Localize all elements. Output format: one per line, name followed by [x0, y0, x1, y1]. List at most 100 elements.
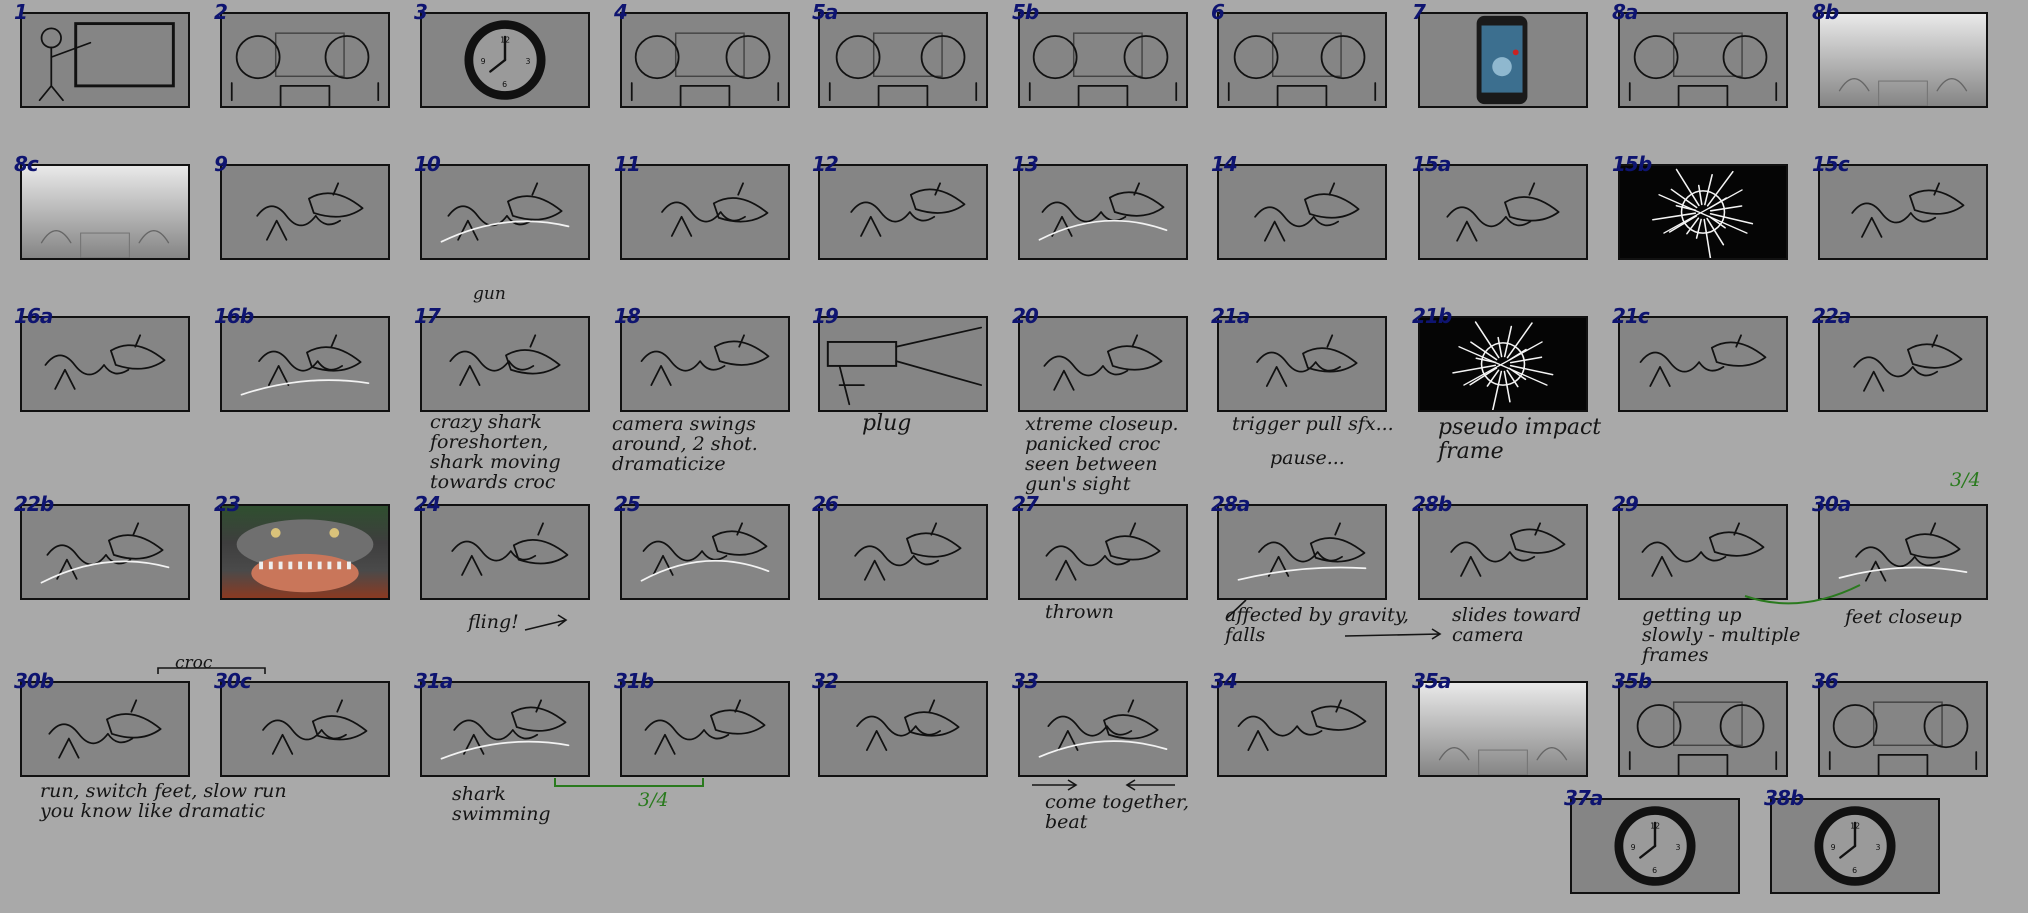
- storyboard-panel-15b: [1618, 164, 1788, 260]
- panel-sketch-1: [38, 22, 175, 102]
- storyboard-panel-14: [1217, 164, 1387, 260]
- storyboard-panel-19: [818, 316, 988, 412]
- storyboard-panel-18: [620, 316, 790, 412]
- storyboard-panel-35b: [1618, 681, 1788, 777]
- panel-number-8a: 8a: [1612, 0, 1638, 24]
- storyboard-panel-7: [1418, 12, 1588, 108]
- panel-number-15c: 15c: [1812, 152, 1850, 176]
- storyboard-panel-17: [420, 316, 590, 412]
- panel-number-5b: 5b: [1012, 0, 1039, 24]
- note-30b: run, switch feet, slow run you know like…: [40, 780, 287, 822]
- storyboard-panel-22b: [20, 504, 190, 600]
- panel-number-10: 10: [414, 152, 441, 176]
- storyboard-panel-8a: [1618, 12, 1788, 108]
- panel-sketch-26: [854, 522, 962, 581]
- note-21a: trigger pull sfx...: [1232, 413, 1394, 435]
- panel-sketch-18: [640, 334, 770, 386]
- panel-number-2: 2: [214, 0, 228, 24]
- storyboard-panel-27: [1018, 504, 1188, 600]
- storyboard-panel-10: [420, 164, 590, 260]
- panel-number-19: 19: [812, 304, 839, 328]
- note-17: crazy shark foreshorten, shark moving to…: [430, 411, 561, 493]
- storyboard-panel-22a: [1818, 316, 1988, 412]
- svg-text:12: 12: [1650, 822, 1660, 831]
- panel-sketch-28a: [1237, 522, 1367, 581]
- panel-number-27: 27: [1012, 492, 1039, 516]
- panel-number-22b: 22b: [14, 492, 54, 516]
- note-33: come together, beat: [1045, 791, 1190, 833]
- panel-number-4: 4: [614, 0, 628, 24]
- panel-number-9: 9: [214, 152, 228, 176]
- panel-sketch-8a: [1628, 32, 1778, 106]
- panel-number-34: 34: [1211, 669, 1238, 693]
- panel-sketch-32: [856, 699, 960, 751]
- note-3-4-top: 3/4: [1950, 469, 1981, 491]
- panel-sketch-3: 12 3 6 9: [464, 20, 546, 100]
- panel-number-13: 13: [1012, 152, 1039, 176]
- panel-sketch-4: [630, 32, 780, 106]
- panel-number-35b: 35b: [1612, 669, 1652, 693]
- svg-text:3: 3: [526, 57, 531, 66]
- panel-sketch-25: [640, 522, 770, 582]
- storyboard-panel-8c: [20, 164, 190, 260]
- panel-sketch-15a: [1446, 182, 1560, 242]
- storyboard-panel-1: [20, 12, 190, 108]
- panel-sketch-21b: [1452, 321, 1554, 410]
- panel-sketch-35a: [1438, 747, 1568, 775]
- panel-number-21b: 21b: [1412, 304, 1452, 328]
- storyboard-panel-16a: [20, 316, 190, 412]
- storyboard-panel-24: [420, 504, 590, 600]
- panel-sketch-27: [1045, 522, 1161, 581]
- note-18: camera swings around, 2 shot. dramaticiz…: [612, 413, 758, 475]
- storyboard-panel-16b: [220, 316, 390, 412]
- panel-sketch-20: [1043, 334, 1163, 391]
- storyboard-panel-4: [620, 12, 790, 108]
- panel-sketch-11: [661, 182, 769, 237]
- panel-number-32: 32: [812, 669, 839, 693]
- svg-text:12: 12: [1850, 822, 1860, 831]
- storyboard-panel-33: [1018, 681, 1188, 777]
- panel-sketch-30b: [48, 699, 162, 759]
- panel-sketch-8b: [1838, 78, 1968, 106]
- note-20: xtreme closeup. panicked croc seen betwe…: [1025, 413, 1179, 495]
- storyboard-panel-30b: [20, 681, 190, 777]
- storyboard-panel-9: [220, 164, 390, 260]
- panel-number-7: 7: [1412, 0, 1426, 24]
- storyboard-panel-28a: [1217, 504, 1387, 600]
- panel-number-11: 11: [614, 152, 641, 176]
- panel-sketch-2: [230, 32, 380, 106]
- panel-number-12: 12: [812, 152, 839, 176]
- panel-number-26: 26: [812, 492, 839, 516]
- panel-sketch-15c: [1851, 182, 1965, 238]
- panel-number-3: 3: [414, 0, 428, 24]
- storyboard-panel-15a: [1418, 164, 1588, 260]
- note-21b: pseudo impact frame: [1438, 415, 1602, 464]
- panel-sketch-7: [1476, 15, 1528, 105]
- panel-number-16b: 16b: [214, 304, 254, 328]
- note-29: getting up slowly - multiple frames: [1642, 604, 1801, 666]
- note-27: thrown: [1045, 601, 1114, 623]
- storyboard-panel-35a: [1418, 681, 1588, 777]
- storyboard-panel-31b: [620, 681, 790, 777]
- storyboard-board: 1 2 12 3 6 9 3 4 5a 5b 6 7 8a 8b 8c 9 10 11 12 13 14 15a 15b 15…: [0, 0, 2028, 913]
- svg-text:6: 6: [1652, 866, 1657, 875]
- panel-sketch-22b: [40, 522, 170, 584]
- storyboard-panel-20: [1018, 316, 1188, 412]
- storyboard-panel-32: [818, 681, 988, 777]
- panel-sketch-21a: [1256, 334, 1358, 387]
- panel-sketch-9: [256, 182, 364, 241]
- panel-number-28b: 28b: [1412, 492, 1452, 516]
- panel-sketch-16b: [240, 334, 370, 396]
- storyboard-panel-28b: [1418, 504, 1588, 600]
- svg-text:9: 9: [481, 57, 486, 66]
- storyboard-panel-38b: 12 3 6 9: [1770, 798, 1940, 894]
- svg-text:6: 6: [1852, 866, 1857, 875]
- storyboard-panel-21c: [1618, 316, 1788, 412]
- panel-sketch-31a: [440, 699, 570, 760]
- panel-sketch-8c: [40, 230, 170, 258]
- panel-sketch-5b: [1028, 32, 1178, 106]
- storyboard-panel-34: [1217, 681, 1387, 777]
- panel-number-37a: 37a: [1564, 786, 1603, 810]
- note-30a: feet closeup: [1845, 606, 1962, 628]
- panel-sketch-33: [1038, 699, 1168, 758]
